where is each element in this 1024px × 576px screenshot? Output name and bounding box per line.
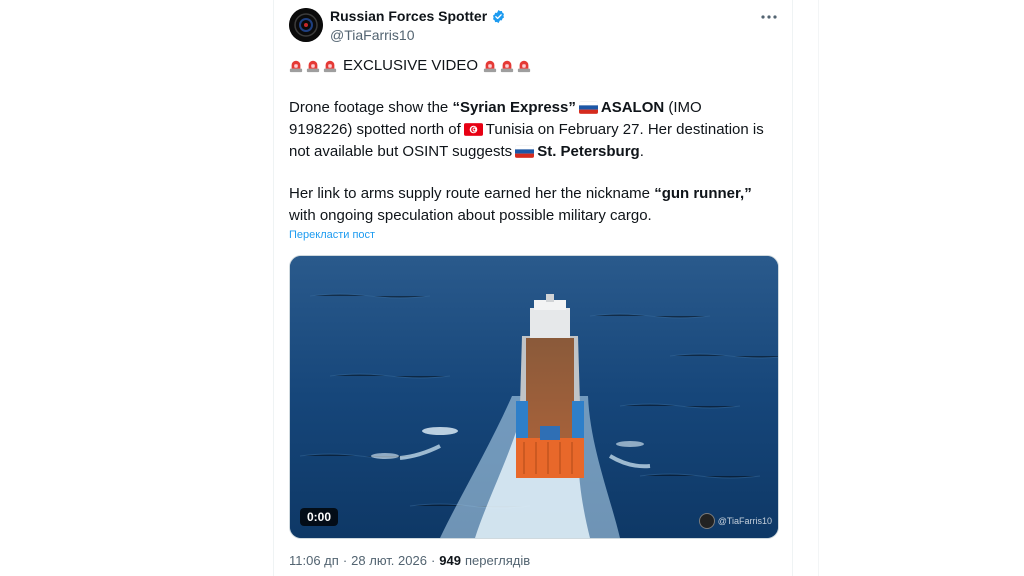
avatar-icon: [289, 8, 323, 42]
text-segment: with ongoing speculation about possible …: [289, 207, 652, 224]
avatar[interactable]: [289, 8, 323, 42]
tweet-paragraph-2: Her link to arms supply route earned her…: [289, 183, 769, 227]
text-segment: .: [639, 143, 644, 160]
meta-separator: ·: [430, 553, 436, 568]
post-time[interactable]: 11:06 дп: [289, 553, 339, 568]
tweet-meta: 11:06 дп · 28 лют. 2026 · 949 переглядів: [289, 553, 530, 568]
nickname-bold: “gun runner,”: [654, 185, 752, 202]
russia-flag-icon: [515, 145, 535, 158]
tunisia-flag-icon: [463, 123, 483, 136]
post-date[interactable]: 28 лют. 2026: [351, 553, 427, 568]
watermark-text: @TiaFarris10: [717, 516, 772, 526]
russia-flag-icon: [578, 101, 598, 114]
account-name-row: Russian Forces Spotter: [330, 8, 506, 24]
account-handle[interactable]: @TiaFarris10: [330, 27, 415, 43]
ship-name: ASALON: [600, 99, 665, 116]
ship-nickname: “Syrian Express”: [452, 99, 576, 116]
video-watermark: @TiaFarris10: [698, 513, 772, 529]
headline-text: EXCLUSIVE VIDEO: [343, 57, 479, 74]
video-duration: 0:00: [300, 508, 339, 526]
translate-post-link[interactable]: Перекласти пост: [289, 229, 375, 241]
views-count: 949: [439, 553, 461, 568]
alarm-light-icon: [500, 60, 514, 73]
verified-badge-icon: [493, 9, 505, 23]
alarm-light-icon: [483, 60, 497, 73]
text-segment: Drone footage show the: [289, 99, 453, 116]
destination-name: St. Petersburg: [537, 143, 640, 160]
display-name[interactable]: Russian Forces Spotter: [330, 8, 487, 24]
more-options-icon[interactable]: [759, 8, 779, 26]
meta-separator: ·: [342, 553, 348, 568]
alarm-light-icon: [517, 60, 531, 73]
video-thumbnail: [290, 256, 778, 538]
views-label: переглядів: [464, 553, 531, 568]
watermark-logo-icon: [698, 513, 715, 529]
headline-line: EXCLUSIVE VIDEO: [289, 55, 769, 77]
text-segment: Her link to arms supply route earned her…: [289, 185, 655, 202]
alarm-light-icon: [289, 60, 303, 73]
tweet-paragraph-1: Drone footage show the “Syrian Express” A…: [289, 97, 769, 163]
alarm-light-icon: [306, 60, 320, 73]
right-divider: [818, 0, 819, 576]
alarm-light-icon: [323, 60, 337, 73]
video-player[interactable]: 0:00 @TiaFarris10: [289, 255, 779, 539]
